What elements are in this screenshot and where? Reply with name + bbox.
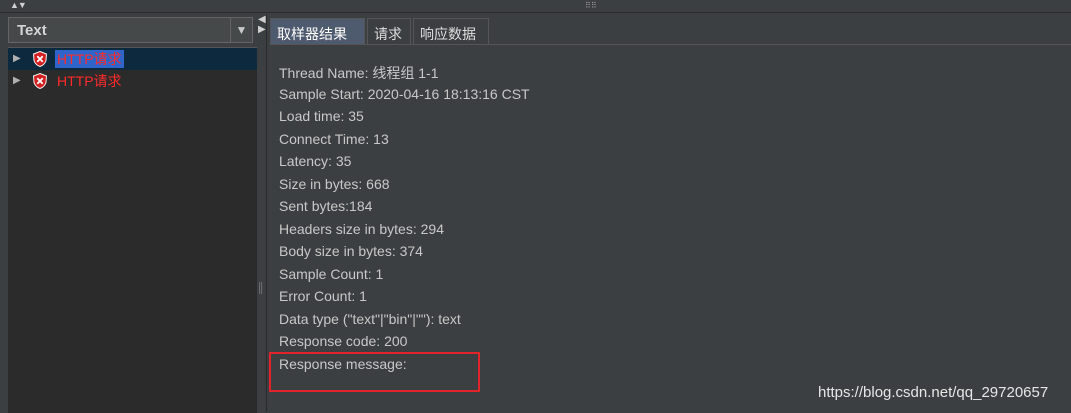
- collapse-left-arrow-icon[interactable]: ◀ ▶: [258, 15, 266, 35]
- result-line-latency: Latency: 35: [279, 153, 352, 169]
- result-line-size-in-bytes: Size in bytes: 668: [279, 176, 390, 192]
- sample-tree: ▶ HTTP请求 ▶ HTTP请求: [8, 47, 257, 413]
- chevron-down-icon[interactable]: ▼: [230, 18, 252, 42]
- tab-response-data[interactable]: 响应数据: [413, 18, 489, 44]
- watermark: https://blog.csdn.net/qq_29720657: [818, 384, 1049, 401]
- divider-line: [266, 14, 267, 412]
- collapse-expand-arrows-icon[interactable]: ▲▼: [10, 1, 27, 10]
- renderer-select[interactable]: Text ▼: [8, 17, 253, 43]
- result-line-connect-time: Connect Time: 13: [279, 131, 389, 147]
- sampler-result-text[interactable]: Thread Name: 线程组 1-1 Sample Start: 2020-…: [269, 45, 1071, 412]
- expand-arrow-icon[interactable]: ▶: [13, 75, 21, 86]
- result-detail-panel: 取样器结果 请求 响应数据 Thread Name: 线程组 1-1 Sampl…: [269, 14, 1071, 412]
- result-line-sent-bytes: Sent bytes:184: [279, 198, 373, 214]
- tree-item-label: HTTP请求: [55, 50, 124, 68]
- result-line-thread-name: Thread Name: 线程组 1-1: [279, 65, 439, 81]
- result-line-load-time: Load time: 35: [279, 108, 364, 124]
- tab-sampler-result[interactable]: 取样器结果: [270, 18, 365, 44]
- result-line-data-type: Data type ("text"|"bin"|""): text: [279, 311, 461, 327]
- renderer-select-value: Text: [17, 22, 47, 39]
- results-tree-panel: Text ▼ ▶ HTTP请求 ▶ HTTP请求: [5, 14, 257, 413]
- result-line-headers-size: Headers size in bytes: 294: [279, 221, 444, 237]
- splitter-grip-icon[interactable]: ⠿⠿: [258, 283, 263, 296]
- error-shield-icon: [32, 73, 48, 89]
- result-line-sample-count: Sample Count: 1: [279, 266, 384, 282]
- result-line-body-size: Body size in bytes: 374: [279, 243, 423, 259]
- result-line-response-code: Response code: 200: [279, 333, 408, 349]
- tree-item[interactable]: ▶ HTTP请求: [8, 48, 257, 70]
- result-line-sample-start: Sample Start: 2020-04-16 18:13:16 CST: [279, 86, 530, 102]
- tree-item-label: HTTP请求: [57, 73, 122, 89]
- error-shield-icon: [32, 51, 48, 67]
- result-line-error-count: Error Count: 1: [279, 288, 367, 304]
- tab-request[interactable]: 请求: [367, 18, 411, 44]
- splitter-grip-icon[interactable]: ⠿⠿: [585, 2, 597, 10]
- expand-arrow-icon[interactable]: ▶: [13, 53, 21, 64]
- annotation-highlight-box: [269, 352, 480, 392]
- tree-item[interactable]: ▶ HTTP请求: [8, 70, 257, 92]
- top-split-bar: ▲▼ ⠿⠿: [0, 0, 1071, 13]
